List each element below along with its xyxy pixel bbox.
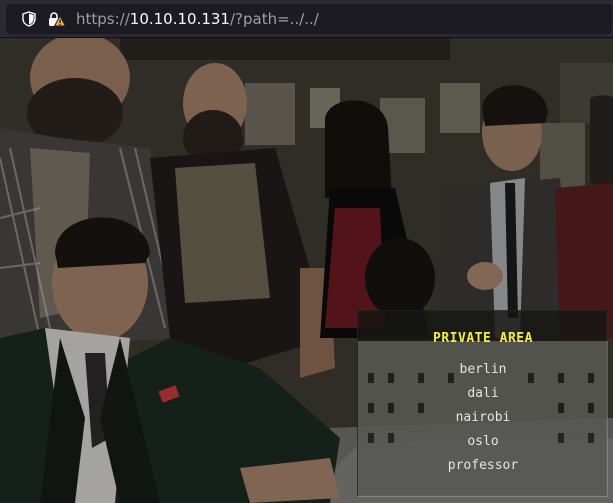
private-area-panel: PRIVATE AREA berlin dali nairobi oslo pr… xyxy=(357,310,608,497)
url-scheme: https:// xyxy=(76,10,130,28)
menu-item-nairobi[interactable]: nairobi xyxy=(358,409,608,433)
shield-icon[interactable] xyxy=(22,11,36,27)
insecure-lock-icon[interactable] xyxy=(48,11,66,27)
menu-item-berlin[interactable]: berlin xyxy=(358,361,608,385)
url-text[interactable]: https://10.10.10.131/?path=../../ xyxy=(76,9,319,29)
panel-title: PRIVATE AREA xyxy=(433,331,533,346)
menu-item-oslo[interactable]: oslo xyxy=(358,433,608,457)
menu-item-dali[interactable]: dali xyxy=(358,385,608,409)
address-bar[interactable]: https://10.10.10.131/?path=../../ xyxy=(6,4,612,34)
browser-toolbar: https://10.10.10.131/?path=../../ xyxy=(0,0,613,38)
url-host: 10.10.10.131 xyxy=(129,10,230,28)
url-path: /?path=../../ xyxy=(229,10,319,28)
menu-item-professor[interactable]: professor xyxy=(358,457,608,481)
user-menu: berlin dali nairobi oslo professor xyxy=(358,361,608,481)
